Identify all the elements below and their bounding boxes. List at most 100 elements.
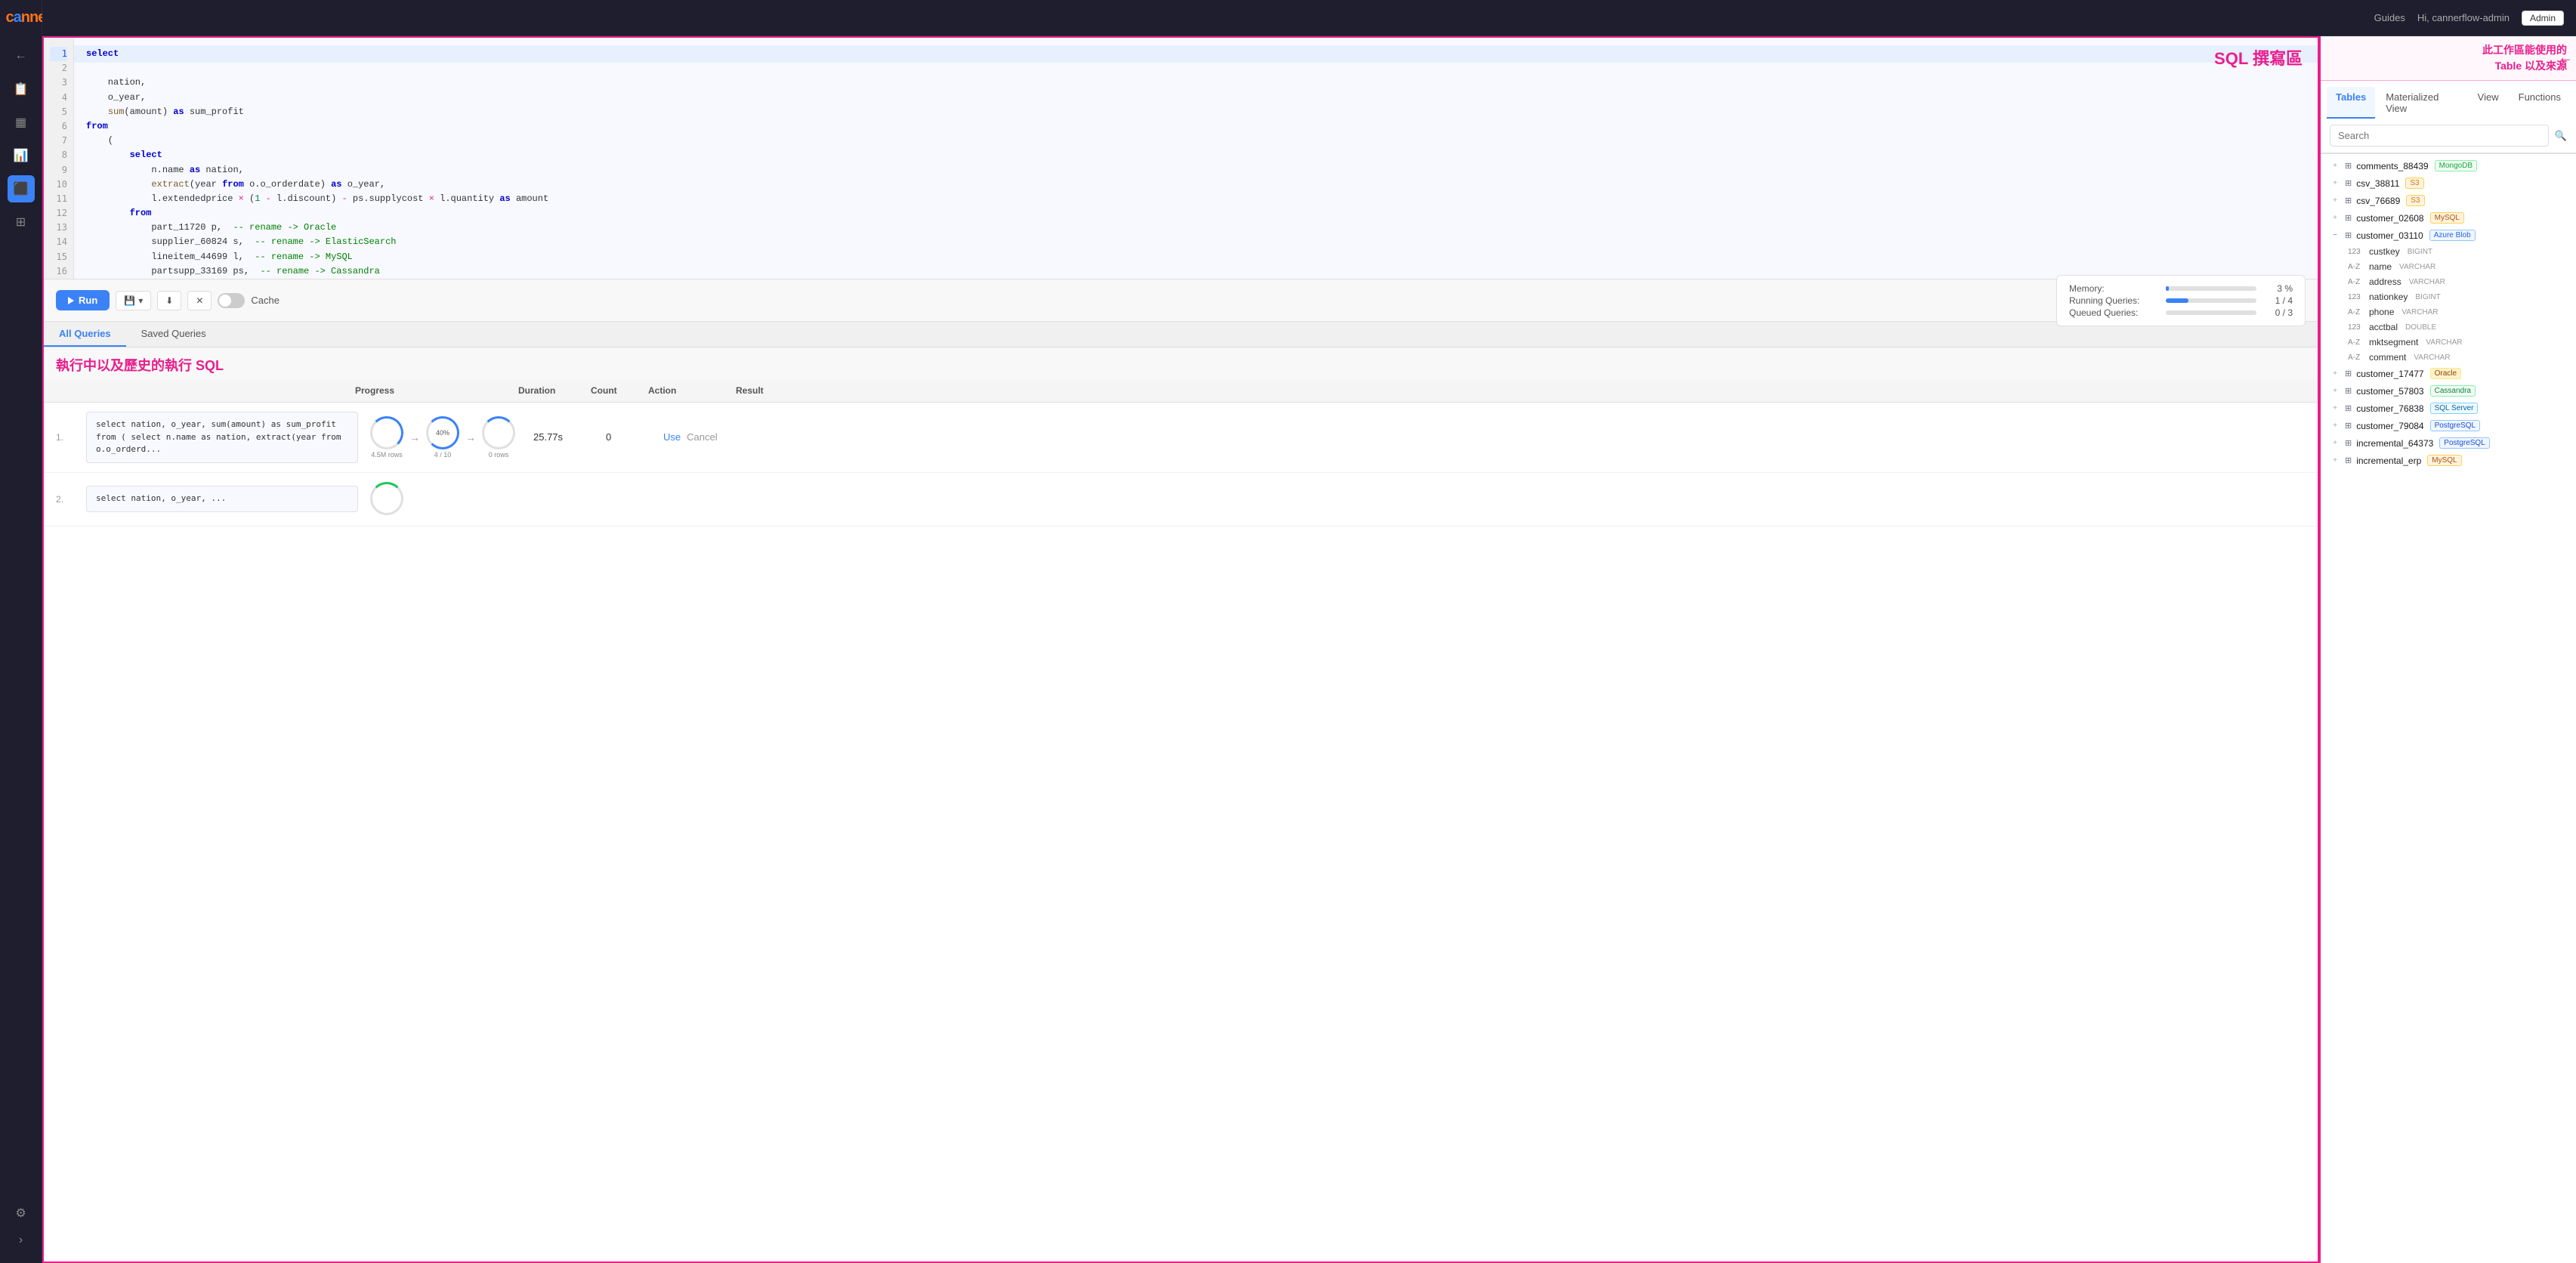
download-button[interactable]: ⬇ (157, 291, 181, 310)
col-item-mktsegment[interactable]: A-Z mktsegment VARCHAR (2321, 335, 2576, 350)
section-header: 執行中以及歷史的執行 SQL (44, 347, 2318, 379)
expand-icon[interactable]: + (2330, 369, 2340, 379)
table-grid-icon: ⊞ (2345, 230, 2352, 240)
table-item-customer03110[interactable]: − ⊞ customer_03110 Azure Blob (2321, 227, 2576, 244)
use-link-1[interactable]: Use (663, 431, 681, 443)
status-panel: Memory: 3 % Running Queries: 1 / 4 (2056, 275, 2306, 326)
tab-view[interactable]: View (2469, 87, 2508, 119)
tab-functions[interactable]: Functions (2510, 87, 2570, 119)
collapse-icon[interactable]: − (2330, 230, 2340, 241)
expand-icon[interactable]: + (2330, 421, 2340, 431)
search-input[interactable] (2330, 125, 2549, 147)
expand-icon[interactable]: + (2330, 213, 2340, 224)
running-status: Running Queries: 1 / 4 (2069, 295, 2293, 306)
search-icon[interactable]: 🔍 (2555, 130, 2567, 142)
sidebar: canner ← 📋 ▦ 📊 ⬛ ⊞ ⚙ › (0, 0, 42, 1263)
sidebar-item-charts[interactable]: 📊 (8, 142, 35, 169)
table-item-customer57803[interactable]: + ⊞ customer_57803 Cassandra (2321, 382, 2576, 400)
progress-circle-2: 40% (426, 416, 459, 449)
sidebar-item-grid[interactable]: ⊞ (8, 208, 35, 236)
query-tabs: All Queries Saved Queries (44, 322, 2318, 347)
col-item-phone[interactable]: A-Z phone VARCHAR (2321, 304, 2576, 320)
col-header-result: Result (736, 385, 796, 396)
table-grid-icon: ⊞ (2345, 369, 2352, 378)
sidebar-item-expand[interactable]: › (8, 1227, 35, 1254)
table-item-customer02608[interactable]: + ⊞ customer_02608 MySQL (2321, 209, 2576, 227)
sidebar-item-tables[interactable]: ▦ (8, 109, 35, 136)
table-grid-icon: ⊞ (2345, 161, 2352, 171)
app-container: canner ← 📋 ▦ 📊 ⬛ ⊞ ⚙ › Guides Hi, canner… (0, 0, 2576, 1263)
tab-materialized-view[interactable]: Materialized View (2377, 87, 2466, 119)
annotation-arrow: ← (2558, 50, 2573, 67)
dropdown-arrow: ▾ (138, 295, 143, 306)
table-item-incremental64373[interactable]: + ⊞ incremental_64373 PostgreSQL (2321, 434, 2576, 452)
table-grid-icon: ⊞ (2345, 403, 2352, 413)
expand-icon[interactable]: + (2330, 178, 2340, 189)
expand-icon[interactable]: + (2330, 455, 2340, 466)
header: Guides Hi, cannerflow-admin Admin (42, 0, 2576, 36)
table-grid-icon: ⊞ (2345, 196, 2352, 205)
download-icon: ⬇ (165, 295, 173, 306)
table-item-comments[interactable]: + ⊞ comments_88439 MongoDB (2321, 157, 2576, 174)
col-item-comment[interactable]: A-Z comment VARCHAR (2321, 350, 2576, 365)
right-panel: 此工作區能使用的Table 以及來源 ← Tables Materialized… (2319, 36, 2576, 1263)
progress-cell-2 (370, 482, 521, 517)
guides-link[interactable]: Guides (2374, 12, 2405, 23)
cache-switch[interactable] (218, 293, 245, 308)
sidebar-item-back[interactable]: ← (8, 42, 35, 69)
table-grid-icon: ⊞ (2345, 178, 2352, 188)
table-item-customer17477[interactable]: + ⊞ customer_17477 Oracle (2321, 365, 2576, 382)
col-item-name[interactable]: A-Z name VARCHAR (2321, 259, 2576, 274)
table-item-csv76689[interactable]: + ⊞ csv_76689 S3 (2321, 192, 2576, 209)
col-item-custkey[interactable]: 123 custkey BIGINT (2321, 244, 2576, 259)
col-header-duration: Duration (518, 385, 579, 396)
sidebar-item-settings[interactable]: ⚙ (8, 1200, 35, 1227)
source-badge-pg2: PostgreSQL (2439, 437, 2489, 449)
source-badge-oracle: Oracle (2430, 368, 2461, 379)
toolbar: Run 💾 ▾ ⬇ ✕ (44, 279, 2318, 322)
expand-icon[interactable]: + (2330, 161, 2340, 171)
tab-all-queries[interactable]: All Queries (44, 322, 126, 347)
sql-editor-header: SQL 撰寫區 (2214, 45, 2303, 69)
save-button[interactable]: 💾 ▾ (116, 291, 151, 310)
tab-tables[interactable]: Tables (2327, 87, 2375, 119)
progress-cell-1: 4.5M rows → 40% 4 / 10 → (370, 416, 521, 459)
col-header-progress: Progress (355, 385, 506, 396)
expand-icon[interactable]: + (2330, 386, 2340, 397)
table-grid-icon: ⊞ (2345, 455, 2352, 465)
progress-circle-4 (370, 482, 403, 515)
memory-bar (2166, 286, 2169, 291)
col-item-address[interactable]: A-Z address VARCHAR (2321, 274, 2576, 289)
sidebar-item-terminal[interactable]: ⬛ (8, 175, 35, 202)
progress-circle-3 (482, 416, 515, 449)
left-panel: SQL 撰寫區 1 2 3 4 5 6 7 8 9 (42, 36, 2319, 1263)
code-editor[interactable]: select nation, o_year, sum(amount) as su… (74, 38, 2318, 279)
results-col-header: Progress Duration Count Action Result (44, 379, 2318, 403)
query-results[interactable]: 執行中以及歷史的執行 SQL Progress Duration Count A… (44, 347, 2318, 1261)
table-item-customer79084[interactable]: + ⊞ customer_79084 PostgreSQL (2321, 417, 2576, 434)
table-item-incremental-erp[interactable]: + ⊞ incremental_erp MySQL (2321, 452, 2576, 469)
play-icon (68, 297, 74, 304)
source-badge-azure: Azure Blob (2429, 230, 2476, 241)
col-header-count: Count (591, 385, 636, 396)
table-item-customer76838[interactable]: + ⊞ customer_76838 SQL Server (2321, 400, 2576, 417)
expand-icon[interactable]: + (2330, 403, 2340, 414)
expand-icon[interactable]: + (2330, 196, 2340, 206)
tables-list[interactable]: + ⊞ comments_88439 MongoDB + ⊞ csv_38811… (2321, 154, 2576, 1263)
col-item-acctbal[interactable]: 123 acctbal DOUBLE (2321, 320, 2576, 335)
table-grid-icon: ⊞ (2345, 213, 2352, 223)
table-item-csv38811[interactable]: + ⊞ csv_38811 S3 (2321, 174, 2576, 192)
workspace-annotation-box: 此工作區能使用的Table 以及來源 ← (2321, 36, 2576, 81)
code-area[interactable]: 1 2 3 4 5 6 7 8 9 10 11 12 13 (44, 38, 2318, 279)
sidebar-item-docs[interactable]: 📋 (8, 76, 35, 103)
tab-saved-queries[interactable]: Saved Queries (126, 322, 221, 347)
tabs-row: Tables Materialized View View Functions (2321, 81, 2576, 119)
run-button[interactable]: Run (56, 290, 110, 310)
query-row: 1. select nation, o_year, sum(amount) as… (44, 403, 2318, 473)
cancel-link-1[interactable]: Cancel (687, 431, 717, 443)
sql-label: SQL 撰寫區 (2214, 49, 2303, 68)
col-item-nationkey[interactable]: 123 nationkey BIGINT (2321, 289, 2576, 304)
cancel-button[interactable]: ✕ (187, 291, 212, 310)
expand-icon[interactable]: + (2330, 438, 2340, 449)
admin-badge[interactable]: Admin (2522, 11, 2564, 26)
